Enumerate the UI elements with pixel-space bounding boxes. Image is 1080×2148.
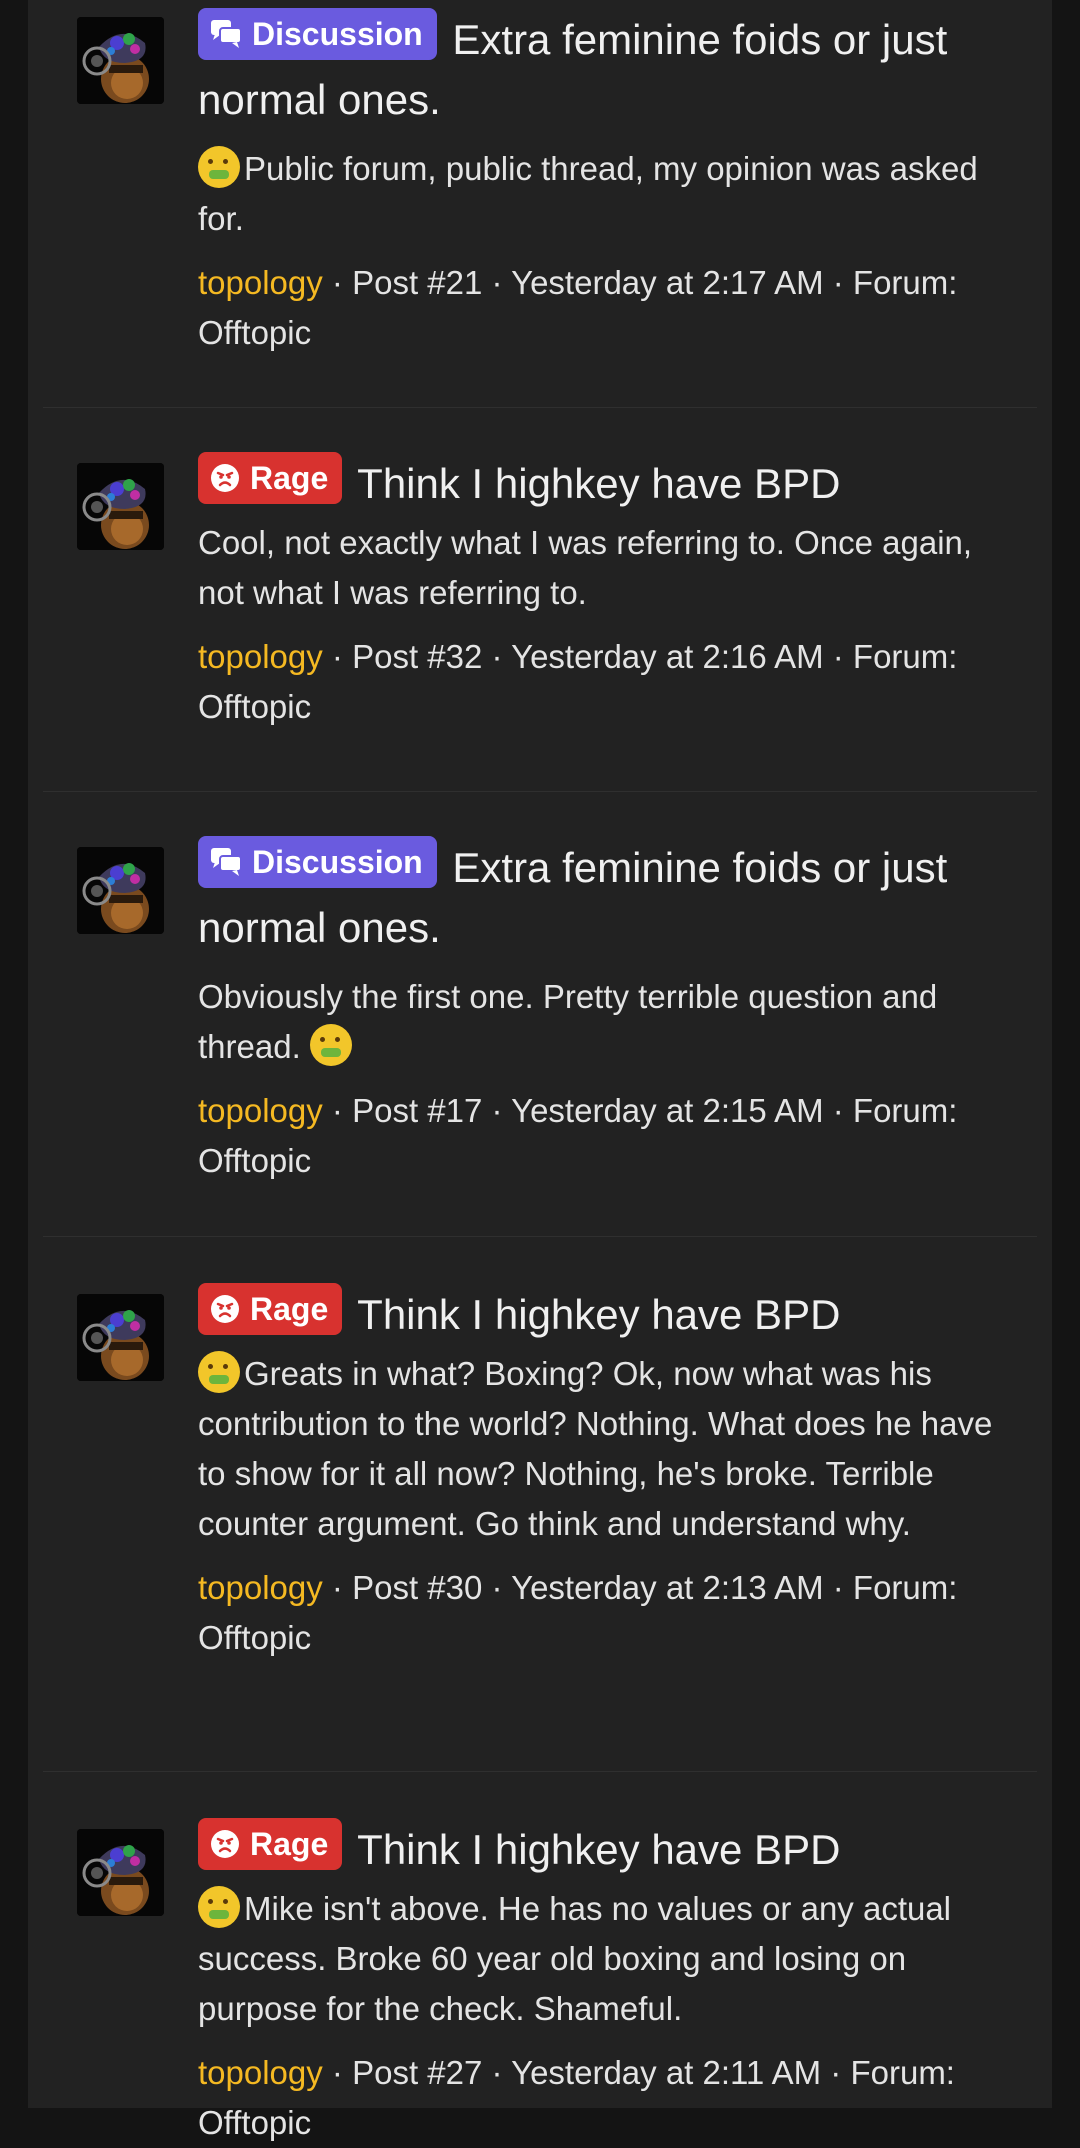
discussion-badge[interactable]: Discussion bbox=[198, 836, 437, 888]
post-time: Yesterday at 2:11 AM bbox=[511, 2054, 822, 2091]
nauseated-face-emoji bbox=[198, 1886, 240, 1928]
post-time: Yesterday at 2:13 AM bbox=[511, 1569, 824, 1606]
post-meta: topology · Post #27 · Yesterday at 2:11 … bbox=[198, 2054, 955, 2141]
avatar[interactable] bbox=[77, 463, 164, 550]
post-snippet[interactable]: Public forum, public thread, my opinion … bbox=[198, 144, 1007, 244]
username-link[interactable]: topology bbox=[198, 638, 323, 675]
search-result[interactable]: Discussion Extra feminine foids or just … bbox=[43, 0, 1037, 408]
thread-title-text[interactable]: Think I highkey have BPD bbox=[357, 1291, 840, 1338]
post-snippet[interactable]: Mike isn't above. He has no values or an… bbox=[198, 1884, 1007, 2034]
post-number[interactable]: Post #30 bbox=[352, 1569, 482, 1606]
rage-badge[interactable]: Rage bbox=[198, 452, 343, 504]
nauseated-face-emoji bbox=[309, 1024, 352, 1066]
username-link[interactable]: topology bbox=[198, 264, 323, 301]
username-link[interactable]: topology bbox=[198, 1569, 323, 1606]
post-number[interactable]: Post #27 bbox=[352, 2054, 482, 2091]
avatar[interactable] bbox=[77, 17, 164, 104]
post-meta: topology · Post #32 · Yesterday at 2:16 … bbox=[198, 638, 958, 725]
rage-badge[interactable]: Rage bbox=[198, 1283, 343, 1335]
discussion-badge[interactable]: Discussion bbox=[198, 8, 437, 60]
username-link[interactable]: topology bbox=[198, 1092, 323, 1129]
thread-title[interactable]: Discussion Extra feminine foids or just … bbox=[198, 836, 1007, 958]
avatar[interactable] bbox=[77, 1294, 164, 1381]
rage-badge[interactable]: Rage bbox=[198, 1818, 343, 1870]
avatar[interactable] bbox=[77, 847, 164, 934]
angry-face-icon bbox=[210, 463, 240, 493]
post-number[interactable]: Post #21 bbox=[352, 264, 482, 301]
search-result[interactable]: Rage Think I highkey have BPD Mike isn't… bbox=[43, 1772, 1037, 2141]
username-link[interactable]: topology bbox=[198, 2054, 323, 2091]
angry-face-icon bbox=[210, 1294, 240, 1324]
post-time: Yesterday at 2:15 AM bbox=[511, 1092, 824, 1129]
nauseated-face-emoji bbox=[198, 146, 240, 188]
angry-face-icon bbox=[210, 1829, 240, 1859]
post-time: Yesterday at 2:16 AM bbox=[511, 638, 824, 675]
search-results-list: Discussion Extra feminine foids or just … bbox=[28, 0, 1052, 2141]
post-number[interactable]: Post #17 bbox=[352, 1092, 482, 1129]
search-result[interactable]: Discussion Extra feminine foids or just … bbox=[43, 792, 1037, 1237]
thread-title[interactable]: Discussion Extra feminine foids or just … bbox=[198, 8, 1007, 130]
thread-title[interactable]: Rage Think I highkey have BPD bbox=[198, 1283, 1007, 1345]
chat-bubbles-icon bbox=[210, 19, 242, 49]
post-meta: topology · Post #21 · Yesterday at 2:17 … bbox=[198, 264, 958, 351]
thread-title[interactable]: Rage Think I highkey have BPD bbox=[198, 1818, 1007, 1880]
chat-bubbles-icon bbox=[210, 847, 242, 877]
search-results-page: Discussion Extra feminine foids or just … bbox=[28, 0, 1052, 2141]
search-result[interactable]: Rage Think I highkey have BPD Cool, not … bbox=[43, 408, 1037, 792]
nauseated-face-emoji bbox=[198, 1351, 240, 1393]
post-snippet[interactable]: Greats in what? Boxing? Ok, now what was… bbox=[198, 1349, 1007, 1549]
post-snippet[interactable]: Obviously the first one. Pretty terrible… bbox=[198, 972, 1007, 1072]
post-number[interactable]: Post #32 bbox=[352, 638, 482, 675]
post-meta: topology · Post #17 · Yesterday at 2:15 … bbox=[198, 1092, 958, 1179]
post-time: Yesterday at 2:17 AM bbox=[511, 264, 824, 301]
thread-title[interactable]: Rage Think I highkey have BPD bbox=[198, 452, 1007, 514]
post-snippet[interactable]: Cool, not exactly what I was referring t… bbox=[198, 518, 1007, 618]
post-meta: topology · Post #30 · Yesterday at 2:13 … bbox=[198, 1569, 958, 1656]
search-result[interactable]: Rage Think I highkey have BPD Greats in … bbox=[43, 1237, 1037, 1772]
thread-title-text[interactable]: Think I highkey have BPD bbox=[357, 460, 840, 507]
avatar[interactable] bbox=[77, 1829, 164, 1916]
thread-title-text[interactable]: Think I highkey have BPD bbox=[357, 1826, 840, 1873]
